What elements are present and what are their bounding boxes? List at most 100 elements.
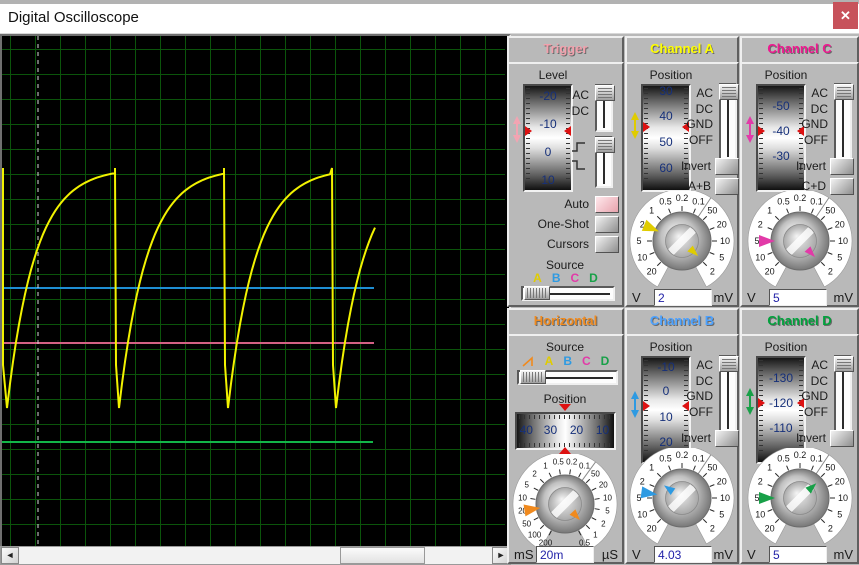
svg-text:2: 2 xyxy=(827,523,832,533)
horizontal-scrollbar[interactable]: ◄ ► xyxy=(0,546,511,565)
channel-c-gain-knob[interactable]: 20 10 5 2 1 0.5 0.2 0.1 50 20 10 5 2 xyxy=(745,188,855,288)
invert-button[interactable] xyxy=(830,430,854,447)
position-arrow-icon[interactable] xyxy=(745,388,755,415)
svg-text:0.2: 0.2 xyxy=(793,193,806,203)
horizontal-source-slider[interactable] xyxy=(517,370,618,385)
position-arrow-icon[interactable] xyxy=(630,112,640,139)
svg-text:10: 10 xyxy=(837,493,847,503)
panel-body: Source A B C D Position 40 30 20 10 200 100 50 20 10 5 2… xyxy=(507,334,624,564)
invert-label: Invert xyxy=(795,159,826,173)
close-button[interactable]: ✕ xyxy=(833,2,858,29)
coupling-off-label: OFF xyxy=(804,405,828,420)
svg-text:1: 1 xyxy=(649,463,654,473)
coupling-switch-thumb[interactable] xyxy=(834,356,854,372)
position-label: Position xyxy=(649,68,693,82)
invert-button[interactable] xyxy=(715,158,739,175)
coupling-switch[interactable] xyxy=(834,355,854,433)
channel-d-unit-left: V xyxy=(747,547,756,562)
channel-b-gain-knob[interactable]: 20 10 5 2 1 0.5 0.2 0.1 50 20 10 5 2 xyxy=(627,445,737,545)
coupling-switch-thumb[interactable] xyxy=(719,356,739,372)
svg-text:0.5: 0.5 xyxy=(659,196,672,206)
scope-display xyxy=(2,36,505,546)
svg-text:2: 2 xyxy=(601,520,606,529)
svg-text:0.1: 0.1 xyxy=(810,196,823,206)
svg-text:0.2: 0.2 xyxy=(676,450,689,460)
svg-text:5: 5 xyxy=(754,493,759,503)
coupling-switch[interactable] xyxy=(719,83,739,161)
position-arrow-icon[interactable] xyxy=(512,116,522,143)
svg-text:10: 10 xyxy=(755,252,765,262)
channel-c-unit-left: V xyxy=(747,290,756,305)
rising-edge-icon xyxy=(571,140,587,152)
channel-a-unit-right: mV xyxy=(713,290,734,305)
trigger-coupling-switch[interactable] xyxy=(595,84,615,132)
channel-a-gain-knob[interactable]: 20 10 5 2 1 0.5 0.2 0.1 50 20 10 5 2 xyxy=(627,188,737,288)
channel-c-value-input[interactable] xyxy=(769,289,827,306)
trigger-source-slider[interactable] xyxy=(521,286,615,301)
invert-label: Invert xyxy=(680,431,711,445)
coupling-switch-thumb-ridges xyxy=(837,359,851,369)
horizontal-source-slider-thumb[interactable] xyxy=(520,370,546,384)
horizontal-gain-knob[interactable]: 200 100 50 20 10 5 2 1 0.5 0.2 0.1 50 20 10 5 2 1 0.5 xyxy=(510,451,620,551)
position-label: Position xyxy=(764,68,808,82)
coupling-switch[interactable] xyxy=(834,83,854,161)
svg-text:2: 2 xyxy=(757,220,762,230)
coupling-switch-thumb[interactable] xyxy=(719,84,739,100)
window-title: Digital Oscilloscope xyxy=(8,9,139,26)
channel-b-value-input[interactable] xyxy=(654,546,712,563)
drum-scale-number: 40 xyxy=(519,423,533,437)
trigger-source-slider-thumb[interactable] xyxy=(524,286,550,300)
svg-text:10: 10 xyxy=(637,509,647,519)
marker-left-icon xyxy=(758,398,765,408)
position-label: Position xyxy=(764,340,808,354)
svg-text:0.5: 0.5 xyxy=(777,453,790,463)
svg-text:0.5: 0.5 xyxy=(777,196,790,206)
svg-text:5: 5 xyxy=(754,236,759,246)
marker-left-icon xyxy=(758,126,765,136)
svg-text:10: 10 xyxy=(637,252,647,262)
trigger-edge-switch[interactable] xyxy=(595,136,615,188)
horizontal-value-input[interactable] xyxy=(536,546,594,563)
channel-a-value-input[interactable] xyxy=(654,289,712,306)
trigger-edge-switch-thumb[interactable] xyxy=(595,137,615,153)
trigger-coupling-switch-thumb[interactable] xyxy=(595,85,615,101)
svg-text:20: 20 xyxy=(717,220,727,230)
ramp-waveform-icon xyxy=(522,355,533,367)
trigger-one-shot-button[interactable] xyxy=(595,216,619,233)
channel-d-value-input[interactable] xyxy=(769,546,827,563)
marker-bottom-icon xyxy=(559,447,572,454)
coupling-gnd-label: GND xyxy=(686,117,713,132)
horizontal-position-drum-frame: 40 30 20 10 xyxy=(515,412,616,450)
svg-text:5: 5 xyxy=(524,480,529,489)
coupling-switch-thumb[interactable] xyxy=(834,84,854,100)
trigger-cursors-label: Cursors xyxy=(546,237,589,251)
svg-text:1: 1 xyxy=(543,462,548,471)
channel-a-panel: Channel A Position 30 40 50 60 AC DC GND OFF Inver… xyxy=(625,36,739,307)
panel-body: Level -20 -10 0 10 AC DC Auto One-Shot Cursors Sou… xyxy=(507,62,624,307)
drum-ticks-top xyxy=(519,415,612,419)
trigger-cursors-button[interactable] xyxy=(595,236,619,253)
trigger-panel: Trigger Level -20 -10 0 10 AC DC Auto One-Shot Cur… xyxy=(507,36,624,307)
scroll-left-button[interactable]: ◄ xyxy=(1,547,19,564)
position-arrow-icon[interactable] xyxy=(745,116,755,143)
invert-button[interactable] xyxy=(715,430,739,447)
source-channel-c: C xyxy=(570,271,580,285)
invert-button[interactable] xyxy=(830,158,854,175)
coupling-switch[interactable] xyxy=(719,355,739,433)
coupling-dc-label: DC xyxy=(695,373,713,388)
svg-text:0.5: 0.5 xyxy=(659,453,672,463)
marker-left-icon xyxy=(643,401,650,411)
svg-text:20: 20 xyxy=(599,480,608,489)
scrollbar-thumb[interactable] xyxy=(340,547,425,564)
channel-d-gain-knob[interactable]: 20 10 5 2 1 0.5 0.2 0.1 50 20 10 5 2 xyxy=(745,445,855,545)
svg-text:2: 2 xyxy=(710,266,715,276)
panel-body: Position -10 0 10 20 AC DC GND OFF Invert 20 10 5 2 1 0… xyxy=(625,334,739,564)
position-arrow-icon[interactable] xyxy=(630,391,640,418)
trigger-one-shot-label: One-Shot xyxy=(537,217,589,231)
source-channel-c: C xyxy=(582,354,591,368)
svg-text:1: 1 xyxy=(767,463,772,473)
svg-text:5: 5 xyxy=(837,252,842,262)
trigger-auto-button[interactable] xyxy=(595,196,619,213)
oscilloscope-window: { "window": { "title": "Digital Oscillos… xyxy=(0,0,859,565)
horizontal-position-drum[interactable]: 40 30 20 10 xyxy=(517,414,614,448)
